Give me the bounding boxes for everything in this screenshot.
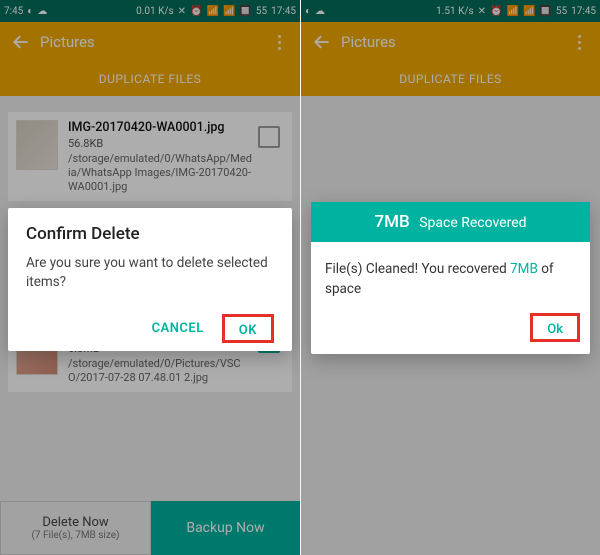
dialog-header: 7MB Space Recovered bbox=[311, 202, 590, 242]
dialog-title: Confirm Delete bbox=[26, 224, 274, 244]
recovered-amount-inline: 7MB bbox=[510, 261, 538, 277]
ok-highlight: Ok bbox=[530, 313, 580, 342]
cancel-button[interactable]: CANCEL bbox=[142, 315, 214, 342]
ok-highlight: OK bbox=[222, 314, 274, 343]
ok-button[interactable]: OK bbox=[229, 317, 267, 344]
space-recovered-dialog: 7MB Space Recovered File(s) Cleaned! You… bbox=[311, 202, 590, 354]
screen-confirm-delete: 7:45 ◐ ☁ 0.01 K/s ✕ ⏰ 📶 📶 🔲 55 17:45 Pic… bbox=[0, 0, 300, 555]
confirm-delete-dialog: Confirm Delete Are you sure you want to … bbox=[8, 208, 292, 351]
ok-button[interactable]: Ok bbox=[537, 316, 573, 343]
dialog-body: File(s) Cleaned! You recovered 7MB of sp… bbox=[311, 242, 590, 307]
recovered-label: Space Recovered bbox=[419, 215, 526, 231]
dialog-message: Are you sure you want to delete selected… bbox=[26, 254, 274, 292]
screen-space-recovered: ◐ ☁ 1.51 K/s ✕ ⏰ 📶 📶 🔲 55 17:45 Pictures bbox=[300, 0, 600, 555]
recovered-amount: 7MB bbox=[374, 212, 409, 232]
